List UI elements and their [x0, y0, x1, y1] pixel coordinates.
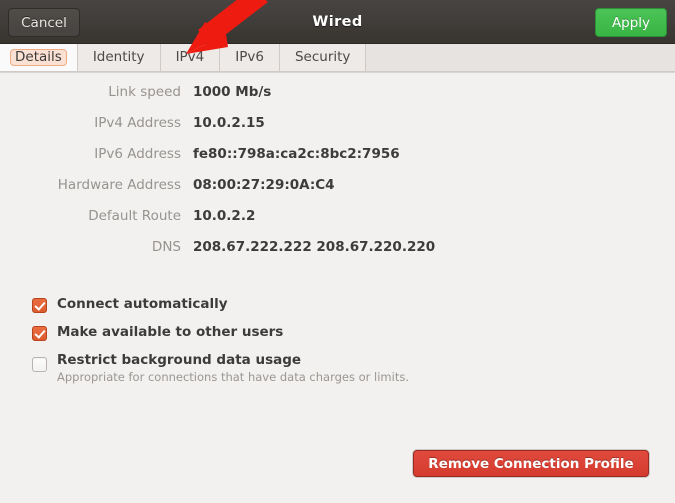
- detail-row: Default Route 10.0.2.2: [0, 208, 675, 239]
- apply-button[interactable]: Apply: [595, 8, 667, 37]
- tab-details-label: Details: [10, 48, 67, 67]
- option-restrict-background-data-usage[interactable]: Restrict background data usage Appropria…: [32, 352, 632, 385]
- tab-identity[interactable]: Identity: [77, 44, 161, 71]
- remove-connection-profile-button[interactable]: Remove Connection Profile: [413, 450, 649, 477]
- detail-label-dns: DNS: [151, 239, 181, 255]
- tab-ipv6-label: IPv6: [235, 48, 264, 65]
- tab-details[interactable]: Details: [0, 44, 78, 71]
- detail-label-ipv6-address: IPv6 Address: [94, 146, 181, 162]
- option-subtitle-restrict-background-data-usage: Appropriate for connections that have da…: [57, 370, 409, 384]
- tab-bar: Details Identity IPv4 IPv6 Security: [0, 44, 675, 72]
- option-label-connect-automatically: Connect automatically: [57, 296, 228, 312]
- header-bar: Cancel Wired Apply: [0, 0, 675, 44]
- tab-security-label: Security: [294, 48, 351, 65]
- detail-label-link-speed: Link speed: [108, 84, 181, 100]
- option-make-available-to-other-users[interactable]: Make available to other users: [32, 324, 632, 341]
- tab-bar-separator: [0, 72, 675, 73]
- detail-row: IPv6 Address fe80::798a:ca2c:8bc2:7956: [0, 146, 675, 177]
- detail-value-ipv6-address: fe80::798a:ca2c:8bc2:7956: [193, 146, 400, 162]
- option-text: Make available to other users: [57, 324, 283, 341]
- remove-connection-profile-label: Remove Connection Profile: [428, 455, 634, 472]
- detail-row: Hardware Address 08:00:27:29:0A:C4: [0, 177, 675, 208]
- option-connect-automatically[interactable]: Connect automatically: [32, 296, 632, 313]
- detail-label-default-route: Default Route: [88, 208, 181, 224]
- detail-value-dns: 208.67.222.222 208.67.220.220: [193, 239, 436, 255]
- option-text: Restrict background data usage Appropria…: [57, 352, 409, 385]
- options-group: Connect automatically Make available to …: [32, 296, 632, 385]
- window-title: Wired: [312, 14, 363, 30]
- tab-ipv6[interactable]: IPv6: [220, 44, 280, 71]
- detail-row: IPv4 Address 10.0.2.15: [0, 115, 675, 146]
- details-list: Link speed 1000 Mb/s IPv4 Address 10.0.2…: [0, 84, 675, 270]
- detail-label-hardware-address: Hardware Address: [57, 177, 181, 193]
- apply-button-label: Apply: [611, 14, 651, 31]
- option-label-make-available-to-other-users: Make available to other users: [57, 324, 284, 340]
- checkbox-checked-icon[interactable]: [32, 326, 47, 341]
- detail-value-hardware-address: 08:00:27:29:0A:C4: [193, 177, 335, 193]
- detail-label-ipv4-address: IPv4 Address: [94, 115, 181, 131]
- tab-ipv4-label: IPv4: [175, 48, 205, 65]
- option-text: Connect automatically: [57, 296, 228, 313]
- tab-bar-filler: [366, 44, 675, 71]
- detail-value-default-route: 10.0.2.2: [193, 208, 256, 224]
- checkbox-checked-icon[interactable]: [32, 298, 47, 313]
- detail-value-link-speed: 1000 Mb/s: [193, 84, 272, 100]
- detail-value-ipv4-address: 10.0.2.15: [193, 115, 265, 131]
- tab-security[interactable]: Security: [279, 44, 367, 71]
- checkbox-unchecked-icon[interactable]: [32, 357, 47, 372]
- option-label-restrict-background-data-usage: Restrict background data usage: [57, 352, 302, 368]
- network-connection-dialog: Cancel Wired Apply Details Identity IPv4…: [0, 0, 675, 503]
- tab-ipv4[interactable]: IPv4: [160, 44, 221, 71]
- detail-row: Link speed 1000 Mb/s: [0, 84, 675, 115]
- tab-identity-label: Identity: [92, 48, 145, 65]
- detail-row: DNS 208.67.222.222 208.67.220.220: [0, 239, 675, 270]
